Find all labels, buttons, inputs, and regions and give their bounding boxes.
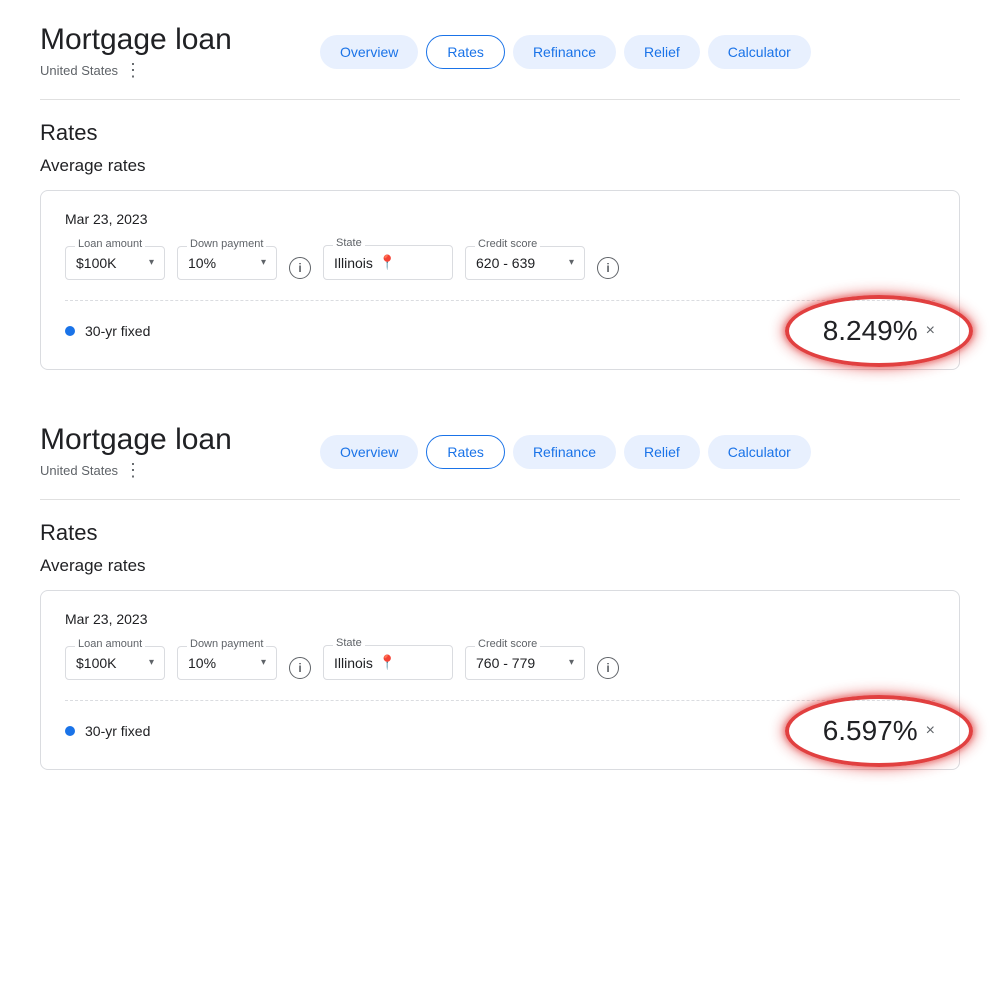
credit-score-label-1: Credit score: [475, 238, 540, 250]
down-payment-select-1[interactable]: 10% ▾: [177, 246, 277, 280]
tab-calculator-1[interactable]: Calculator: [708, 35, 811, 69]
rate-row-2: 30-yr fixed 6.597% ×: [65, 700, 935, 747]
down-payment-label-2: Down payment: [187, 638, 266, 650]
down-payment-value-1: 10%: [188, 255, 216, 271]
down-payment-label-1: Down payment: [187, 238, 266, 250]
down-payment-chevron-2: ▾: [261, 657, 266, 668]
nav-tabs-1: Overview Rates Refinance Relief Calculat…: [320, 35, 811, 69]
rate-highlight-1: 8.249% ×: [823, 315, 935, 347]
avg-rates-heading-2: Average rates: [40, 556, 960, 576]
credit-score-select-1[interactable]: 620 - 639 ▾: [465, 246, 585, 280]
header-section2: Mortgage loan United States ⋮ Overview R…: [0, 400, 1000, 499]
more-options-icon-1[interactable]: ⋮: [124, 60, 141, 81]
state-filter-1: State Illinois 📍: [323, 245, 453, 280]
filters-row-2: Loan amount $100K ▾ Down payment 10% ▾ i…: [65, 645, 935, 680]
rate-label-2: 30-yr fixed: [85, 723, 823, 739]
rate-dot-1: [65, 326, 75, 336]
subtitle-1: United States: [40, 63, 118, 78]
state-label-2: State: [333, 637, 365, 649]
rates-card-1: Mar 23, 2023 Loan amount $100K ▾ Down pa…: [40, 190, 960, 370]
title-block-1: Mortgage loan United States ⋮: [40, 22, 300, 81]
loan-amount-select-1[interactable]: $100K ▾: [65, 246, 165, 280]
tab-overview-2[interactable]: Overview: [320, 435, 418, 469]
rate-value-1: 8.249%: [823, 315, 918, 347]
state-select-1[interactable]: Illinois 📍: [323, 245, 453, 280]
credit-score-chevron-1: ▾: [569, 257, 574, 268]
credit-score-filter-2: Credit score 760 - 779 ▾: [465, 646, 585, 680]
tab-relief-2[interactable]: Relief: [624, 435, 700, 469]
rate-value-2: 6.597%: [823, 715, 918, 747]
subtitle-2: United States: [40, 463, 118, 478]
rates-heading-1: Rates: [40, 120, 960, 146]
tab-refinance-2[interactable]: Refinance: [513, 435, 616, 469]
down-payment-chevron-1: ▾: [261, 257, 266, 268]
page-title-1: Mortgage loan: [40, 22, 300, 58]
credit-score-value-1: 620 - 639: [476, 255, 535, 271]
rates-heading-2: Rates: [40, 520, 960, 546]
down-payment-info-icon-2[interactable]: i: [289, 657, 311, 679]
down-payment-filter-1: Down payment 10% ▾: [177, 246, 277, 280]
credit-score-chevron-2: ▾: [569, 657, 574, 668]
close-rate-button-1[interactable]: ×: [926, 322, 935, 340]
loan-amount-label-1: Loan amount: [75, 238, 145, 250]
location-pin-icon-2: 📍: [379, 654, 396, 671]
location-pin-icon-1: 📍: [379, 254, 396, 271]
loan-amount-select-2[interactable]: $100K ▾: [65, 646, 165, 680]
state-filter-2: State Illinois 📍: [323, 645, 453, 680]
avg-rates-heading-1: Average rates: [40, 156, 960, 176]
tab-overview-1[interactable]: Overview: [320, 35, 418, 69]
close-rate-button-2[interactable]: ×: [926, 722, 935, 740]
credit-score-select-2[interactable]: 760 - 779 ▾: [465, 646, 585, 680]
tab-rates-2[interactable]: Rates: [426, 435, 505, 469]
filters-row-1: Loan amount $100K ▾ Down payment 10% ▾ i…: [65, 245, 935, 280]
loan-amount-filter-1: Loan amount $100K ▾: [65, 246, 165, 280]
tab-refinance-1[interactable]: Refinance: [513, 35, 616, 69]
more-options-icon-2[interactable]: ⋮: [124, 460, 141, 481]
credit-score-info-icon-2[interactable]: i: [597, 657, 619, 679]
down-payment-info-icon-1[interactable]: i: [289, 257, 311, 279]
rates-section-1: Rates Average rates Mar 23, 2023 Loan am…: [0, 100, 1000, 400]
rate-dot-2: [65, 726, 75, 736]
credit-score-info-icon-1[interactable]: i: [597, 257, 619, 279]
down-payment-select-2[interactable]: 10% ▾: [177, 646, 277, 680]
loan-amount-value-2: $100K: [76, 655, 116, 671]
down-payment-value-2: 10%: [188, 655, 216, 671]
rates-card-2: Mar 23, 2023 Loan amount $100K ▾ Down pa…: [40, 590, 960, 770]
state-select-2[interactable]: Illinois 📍: [323, 645, 453, 680]
loan-amount-label-2: Loan amount: [75, 638, 145, 650]
credit-score-label-2: Credit score: [475, 638, 540, 650]
state-value-2: Illinois: [334, 655, 373, 671]
page-title-2: Mortgage loan: [40, 422, 300, 458]
rate-highlight-2: 6.597% ×: [823, 715, 935, 747]
card-date-2: Mar 23, 2023: [65, 611, 935, 627]
tab-rates-1[interactable]: Rates: [426, 35, 505, 69]
nav-tabs-2: Overview Rates Refinance Relief Calculat…: [320, 435, 811, 469]
credit-score-filter-1: Credit score 620 - 639 ▾: [465, 246, 585, 280]
loan-amount-value-1: $100K: [76, 255, 116, 271]
loan-amount-chevron-1: ▾: [149, 257, 154, 268]
rates-section-2: Rates Average rates Mar 23, 2023 Loan am…: [0, 500, 1000, 800]
card-date-1: Mar 23, 2023: [65, 211, 935, 227]
down-payment-filter-2: Down payment 10% ▾: [177, 646, 277, 680]
header-section1: Mortgage loan United States ⋮ Overview R…: [0, 0, 1000, 99]
tab-calculator-2[interactable]: Calculator: [708, 435, 811, 469]
tab-relief-1[interactable]: Relief: [624, 35, 700, 69]
state-value-1: Illinois: [334, 255, 373, 271]
title-block-2: Mortgage loan United States ⋮: [40, 422, 300, 481]
state-label-1: State: [333, 237, 365, 249]
loan-amount-filter-2: Loan amount $100K ▾: [65, 646, 165, 680]
rate-label-1: 30-yr fixed: [85, 323, 823, 339]
rate-row-1: 30-yr fixed 8.249% ×: [65, 300, 935, 347]
credit-score-value-2: 760 - 779: [476, 655, 535, 671]
loan-amount-chevron-2: ▾: [149, 657, 154, 668]
